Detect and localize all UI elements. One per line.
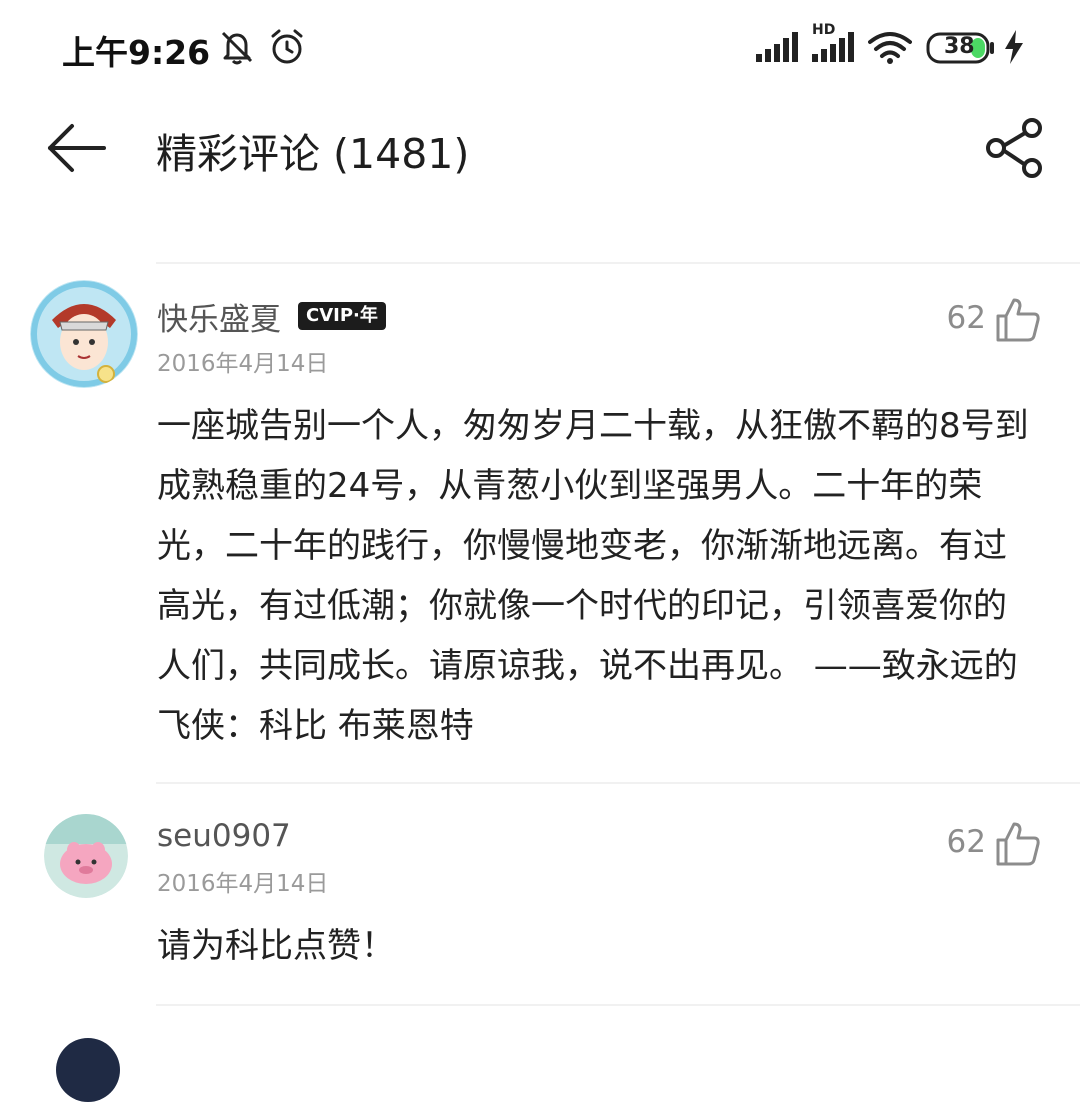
alarm-icon <box>271 29 303 64</box>
avatar-image <box>30 280 138 388</box>
comment-item: 快乐盛夏 CVIP·年 2016年4月14日 62 一座城告别一个人，匆匆岁月二… <box>0 272 1080 780</box>
comment-date: 2016年4月14日 <box>157 351 329 377</box>
avatar-image <box>44 814 128 898</box>
comment-item: seu0907 2016年4月14日 62 请为科比点赞！ <box>0 796 1080 1000</box>
like-count: 62 <box>946 300 986 336</box>
app-header: 精彩评论 (1481) <box>0 96 1080 216</box>
battery-level: 38 <box>944 34 975 59</box>
avatar[interactable] <box>30 280 138 388</box>
back-button[interactable] <box>40 116 116 180</box>
charging-icon <box>1005 30 1023 64</box>
comment-divider <box>156 782 1080 784</box>
signal-icon <box>756 32 798 62</box>
comment-text: 一座城告别一个人，匆匆岁月二十载，从狂傲不羁的8号到成熟稳重的24号，从青葱小伙… <box>157 406 1029 746</box>
status-bar: 上午9:26 HD 38 <box>0 0 1080 96</box>
like-button[interactable]: 62 <box>902 820 1042 870</box>
username[interactable]: seu0907 <box>157 818 291 854</box>
comment-date: 2016年4月14日 <box>157 871 329 897</box>
username[interactable]: 快乐盛夏 <box>157 294 281 339</box>
page-title: 精彩评论 (1481) <box>156 130 470 178</box>
vip-badge: CVIP·年 <box>298 302 386 330</box>
thumbs-up-icon <box>996 298 1040 342</box>
header-divider <box>156 262 1080 264</box>
arrow-left-icon <box>48 124 106 172</box>
wifi-icon <box>868 32 912 64</box>
avatar[interactable] <box>56 1038 120 1102</box>
like-count: 62 <box>946 824 986 860</box>
status-time: 上午9:26 <box>62 33 211 72</box>
share-button[interactable] <box>980 116 1048 180</box>
network-type-label: HD <box>812 22 836 38</box>
bell-off-icon <box>221 31 253 65</box>
comment-divider <box>156 1004 1080 1006</box>
avatar[interactable] <box>44 814 128 898</box>
share-icon <box>986 118 1042 178</box>
thumbs-up-icon <box>996 822 1040 866</box>
comment-text: 请为科比点赞！ <box>157 926 395 966</box>
like-button[interactable]: 62 <box>902 296 1042 346</box>
